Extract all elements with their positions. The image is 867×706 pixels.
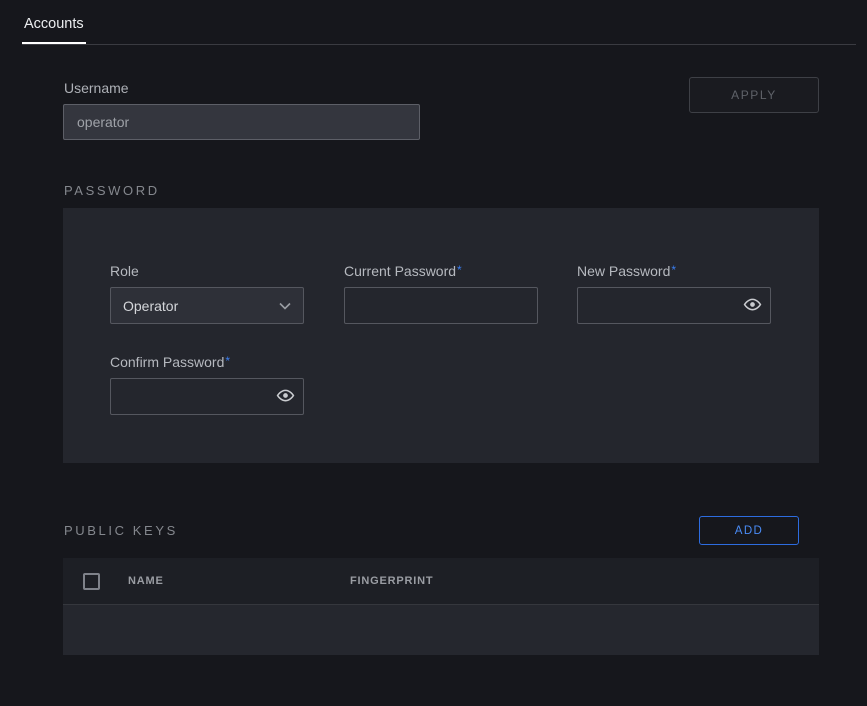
confirm-password-field: [110, 378, 304, 415]
chevron-down-icon: [279, 302, 291, 310]
tabbar-divider: [22, 44, 856, 45]
required-marker: *: [671, 263, 676, 277]
required-marker: *: [225, 354, 230, 368]
toggle-password-visibility-button[interactable]: [742, 296, 762, 316]
public-keys-table: NAME FINGERPRINT: [63, 558, 819, 655]
new-password-label: New Password*: [577, 263, 676, 279]
column-header-fingerprint: FINGERPRINT: [350, 575, 433, 587]
public-keys-empty-row: [63, 605, 819, 655]
password-panel: Role Operator Current Password* New Pass…: [63, 208, 819, 463]
eye-icon: [743, 295, 762, 317]
required-marker: *: [457, 263, 462, 277]
add-public-key-button[interactable]: ADD: [699, 516, 799, 545]
role-select[interactable]: Operator: [110, 287, 304, 324]
current-password-input[interactable]: [344, 287, 538, 324]
current-password-label: Current Password*: [344, 263, 462, 279]
toggle-password-visibility-button[interactable]: [275, 387, 295, 407]
apply-button[interactable]: APPLY: [689, 77, 819, 113]
eye-icon: [276, 386, 295, 408]
tab-accounts[interactable]: Accounts: [22, 16, 86, 44]
column-header-name: NAME: [128, 575, 164, 587]
select-all-checkbox[interactable]: [83, 573, 100, 590]
password-section-title: PASSWORD: [64, 183, 160, 198]
public-keys-table-header: NAME FINGERPRINT: [63, 558, 819, 605]
accounts-page: Accounts Username APPLY PASSWORD Role Op…: [0, 0, 867, 706]
role-select-value: Operator: [123, 298, 178, 314]
public-keys-section-title: PUBLIC KEYS: [64, 523, 178, 538]
current-password-field: [344, 287, 538, 324]
role-label: Role: [110, 263, 139, 279]
new-password-field: [577, 287, 771, 324]
tab-accounts-label: Accounts: [24, 16, 84, 32]
username-label: Username: [64, 80, 129, 96]
confirm-password-label: Confirm Password*: [110, 354, 230, 370]
username-input[interactable]: [63, 104, 420, 140]
